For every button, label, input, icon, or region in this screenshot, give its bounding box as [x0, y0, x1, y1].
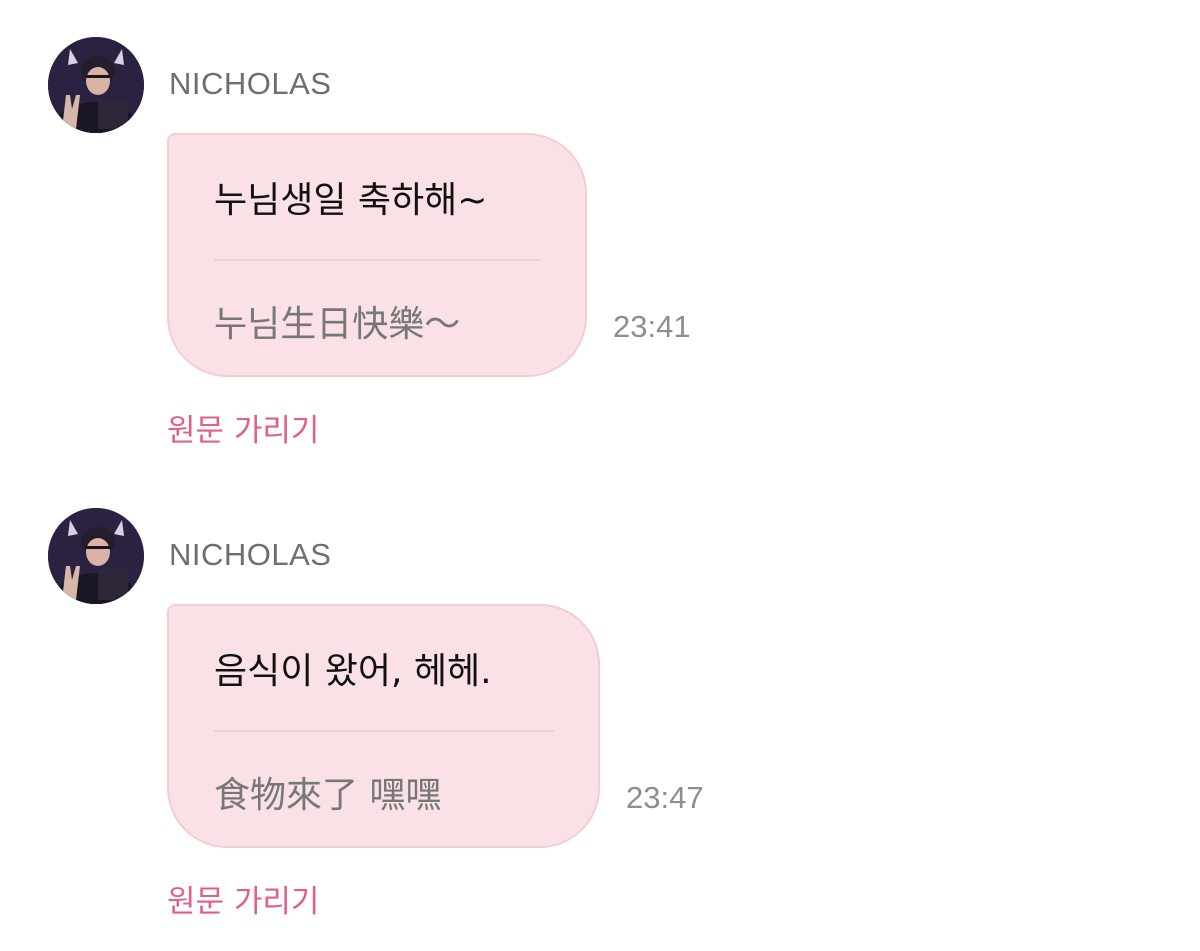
avatar[interactable]	[48, 508, 144, 604]
sender-name: NICHOLAS	[169, 66, 332, 101]
avatar[interactable]	[48, 37, 144, 133]
hide-original-link[interactable]: 원문 가리기	[167, 405, 319, 450]
bubble-divider	[214, 259, 541, 261]
avatar-photo-icon	[48, 508, 144, 604]
translated-message-text: 食物來了 嘿嘿	[214, 775, 442, 816]
translated-message-text: 누님生日快樂～	[214, 304, 461, 345]
hide-original-link[interactable]: 원문 가리기	[167, 876, 319, 921]
bubble-divider	[214, 730, 554, 732]
message-timestamp: 23:47	[626, 780, 704, 815]
message-timestamp: 23:41	[613, 309, 691, 344]
chat-message: NICHOLAS 누님생일 축하해~ 누님生日快樂～ 23:41 원문 가리기	[0, 0, 1200, 475]
avatar-photo-icon	[48, 37, 144, 133]
sender-name: NICHOLAS	[169, 537, 332, 572]
original-message-text: 누님생일 축하해~	[214, 180, 488, 221]
chat-message: NICHOLAS 음식이 왔어, 헤헤. 食物來了 嘿嘿 23:47 원문 가리…	[0, 475, 1200, 951]
message-bubble[interactable]: 누님생일 축하해~ 누님生日快樂～	[167, 133, 587, 377]
original-message-text: 음식이 왔어, 헤헤.	[214, 651, 492, 692]
message-bubble[interactable]: 음식이 왔어, 헤헤. 食物來了 嘿嘿	[167, 604, 600, 848]
